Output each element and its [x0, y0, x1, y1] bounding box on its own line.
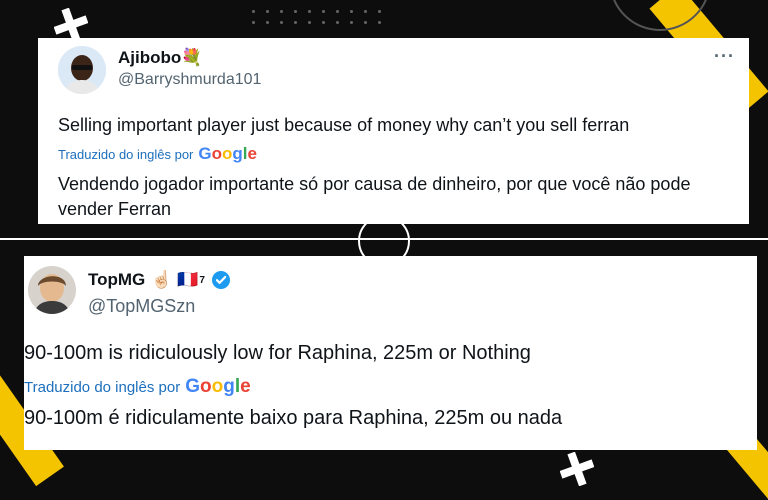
user-handle[interactable]: @TopMGSzn	[88, 296, 195, 317]
translated-label: Traduzido do inglês por	[58, 146, 194, 162]
cross-icon	[560, 452, 594, 486]
google-logo-icon: Google	[185, 376, 251, 397]
translated-by-google[interactable]: Traduzido do inglês por Google	[58, 144, 257, 164]
tweet-text: Selling important player just because of…	[58, 115, 630, 135]
tweet-card[interactable]: TopMG ☝🏻 🇫🇷 7 @TopMGSzn 90-100m is ridic…	[24, 256, 757, 450]
verified-badge-icon	[211, 271, 230, 289]
display-name[interactable]: Ajibobo	[118, 48, 181, 67]
translation-text: 90-100m é ridiculamente baixo para Raphi…	[24, 407, 563, 429]
avatar[interactable]	[58, 46, 106, 94]
translation-text: Vendendo jogador importante só por causa…	[58, 174, 691, 219]
tweet-card[interactable]: Ajibobo💐 @Barryshmurda101 ··· Selling im…	[38, 38, 749, 224]
translated-by-google[interactable]: Traduzido do inglês por Google	[24, 376, 251, 398]
cross-icon	[54, 8, 88, 42]
more-options-icon[interactable]: ···	[714, 46, 735, 67]
bouquet-emoji: 💐	[181, 48, 203, 67]
translated-label: Traduzido do inglês por	[24, 378, 181, 396]
circle-outline-decoration	[613, 0, 707, 31]
user-handle[interactable]: @Barryshmurda101	[118, 71, 261, 89]
tweet-text: 90-100m is ridiculously low for Raphina,…	[24, 342, 531, 364]
dot-pattern	[252, 10, 384, 24]
avatar[interactable]	[28, 266, 76, 314]
google-logo-icon: Google	[198, 144, 257, 163]
name-superscript: 7	[199, 274, 205, 286]
display-name[interactable]: TopMG	[88, 270, 145, 290]
emoji-badges: ☝🏻 🇫🇷	[151, 270, 199, 289]
